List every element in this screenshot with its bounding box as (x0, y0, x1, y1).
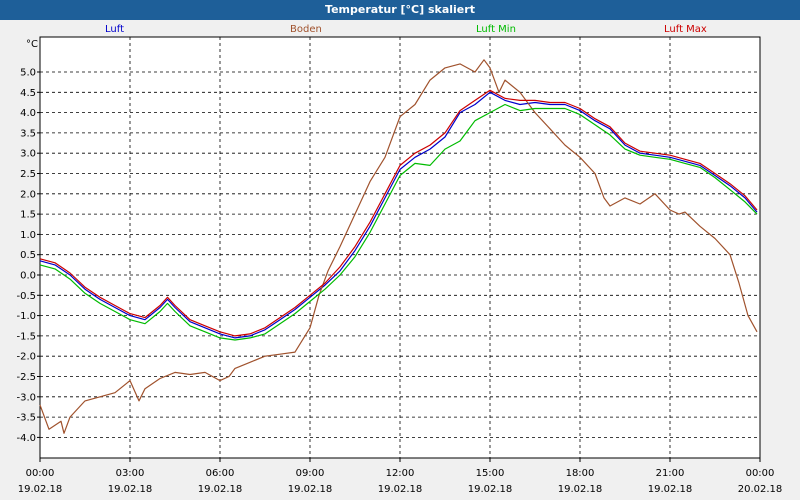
y-tick-label: 2.5 (20, 169, 36, 180)
x-tick-date-label: 19.02.18 (648, 484, 693, 495)
y-tick-label: -3.0 (16, 392, 36, 403)
x-tick-date-label: 19.02.18 (198, 484, 243, 495)
y-tick-label: -3.5 (16, 413, 36, 424)
y-axis-unit-label: °C (26, 39, 38, 50)
x-tick-date-label: 19.02.18 (558, 484, 603, 495)
x-tick-time-label: 06:00 (206, 468, 235, 479)
y-tick-label: -1.0 (16, 311, 36, 322)
y-tick-label: -1.5 (16, 331, 36, 342)
x-tick-time-label: 21:00 (656, 468, 685, 479)
y-tick-label: -2.5 (16, 372, 36, 383)
x-tick-time-label: 00:00 (26, 468, 55, 479)
y-tick-label: 1.5 (20, 210, 36, 221)
x-tick-date-label: 19.02.18 (288, 484, 333, 495)
y-tick-label: 0.5 (20, 250, 36, 261)
line-chart: °C 5.0 4.5 4.0 3.5 3.0 2.5 2.0 1.5 1.0 0.5 0.0 -0.5 -… (16, 36, 783, 495)
x-tick-date-label: 19.02.18 (468, 484, 513, 495)
y-tick-label: 5.0 (20, 68, 36, 79)
y-tick-label: 3.0 (20, 149, 36, 160)
y-tick-label: 1.0 (20, 230, 36, 241)
x-tick-date-label: 19.02.18 (378, 484, 423, 495)
x-tick-time-label: 18:00 (566, 468, 595, 479)
x-tick-time-label: 00:00 (746, 468, 775, 479)
y-tick-label: 3.5 (20, 128, 36, 139)
x-tick-date-label: 19.02.18 (108, 484, 153, 495)
y-tick-label: 0.0 (20, 271, 36, 282)
x-tick-time-label: 12:00 (386, 468, 415, 479)
x-tick-time-label: 09:00 (296, 468, 325, 479)
y-tick-label: -4.0 (16, 433, 36, 444)
y-tick-label: 4.0 (20, 108, 36, 119)
y-tick-label: 2.0 (20, 189, 36, 200)
x-tick-time-label: 03:00 (116, 468, 145, 479)
x-tick-date-label: 20.02.18 (738, 484, 783, 495)
y-tick-label: -2.0 (16, 352, 36, 363)
y-tick-label: 4.5 (20, 88, 36, 99)
x-tick-date-label: 19.02.18 (18, 484, 63, 495)
y-tick-label: -0.5 (16, 291, 36, 302)
x-tick-time-label: 15:00 (476, 468, 505, 479)
